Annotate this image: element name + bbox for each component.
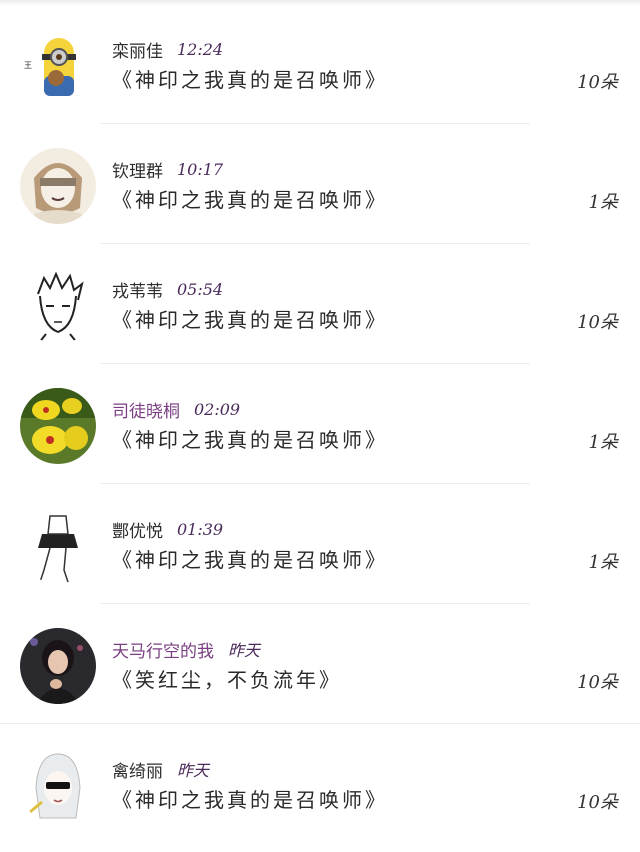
avatar[interactable] xyxy=(20,388,96,464)
avatar[interactable] xyxy=(20,148,96,224)
white-hair-sunglasses-avatar-icon xyxy=(20,748,96,824)
sketch-man-avatar-icon xyxy=(20,268,96,344)
avatar[interactable] xyxy=(20,508,96,584)
list-item[interactable]: 司徒晓桐 02:09 《神印之我真的是召唤师》 1朵 xyxy=(0,364,640,484)
list-item[interactable]: 禽绮丽 昨天 《神印之我真的是召唤师》 10朵 xyxy=(0,724,640,844)
book-title[interactable]: 《神印之我真的是召唤师》 xyxy=(112,784,388,816)
timestamp: 05:54 xyxy=(177,279,224,299)
list-item[interactable]: 王 栾丽佳 12:24 《神印之我真的是召唤师》 10朵 xyxy=(0,4,640,124)
list-item[interactable]: 酆优悦 01:39 《神印之我真的是召唤师》 1朵 xyxy=(0,484,640,604)
timestamp: 12:24 xyxy=(177,39,224,59)
book-title[interactable]: 《笑红尘，不负流年》 xyxy=(112,664,342,696)
yellow-orchid-avatar-icon xyxy=(20,388,96,464)
woman-photo-avatar-icon xyxy=(20,628,96,704)
timestamp: 10:17 xyxy=(177,159,224,179)
flower-count: 10朵 xyxy=(577,312,618,333)
user-name[interactable]: 栾丽佳 xyxy=(112,37,163,62)
timestamp: 昨天 xyxy=(228,641,261,660)
book-title[interactable]: 《神印之我真的是召唤师》 xyxy=(112,424,388,456)
flower-count: 10朵 xyxy=(577,672,618,693)
flower-count: 1朵 xyxy=(588,192,618,213)
avatar[interactable] xyxy=(20,748,96,824)
book-title[interactable]: 《神印之我真的是召唤师》 xyxy=(112,544,388,576)
timestamp: 02:09 xyxy=(194,399,241,419)
sketch-girl-avatar-icon xyxy=(20,508,96,584)
svg-text:王: 王 xyxy=(24,61,32,70)
user-name[interactable]: 戎苇苇 xyxy=(112,277,163,302)
list-item[interactable]: 天马行空的我 昨天 《笑红尘，不负流年》 10朵 xyxy=(0,604,640,724)
flower-count: 10朵 xyxy=(577,72,618,93)
avatar[interactable]: 王 xyxy=(20,28,96,104)
user-name[interactable]: 酆优悦 xyxy=(112,517,163,542)
minion-avatar-icon: 王 xyxy=(20,28,96,104)
book-title[interactable]: 《神印之我真的是召唤师》 xyxy=(112,64,388,96)
list-item[interactable]: 钦理群 10:17 《神印之我真的是召唤师》 1朵 xyxy=(0,124,640,244)
timestamp: 01:39 xyxy=(177,519,224,539)
user-name[interactable]: 天马行空的我 xyxy=(112,637,214,662)
user-name[interactable]: 钦理群 xyxy=(112,157,163,182)
user-name[interactable]: 禽绮丽 xyxy=(112,757,163,782)
avatar[interactable] xyxy=(20,268,96,344)
blindfolded-anime-avatar-icon xyxy=(20,148,96,224)
flower-count: 1朵 xyxy=(588,552,618,573)
avatar[interactable] xyxy=(20,628,96,704)
flower-count: 1朵 xyxy=(588,432,618,453)
flower-count: 10朵 xyxy=(577,792,618,813)
book-title[interactable]: 《神印之我真的是召唤师》 xyxy=(112,184,388,216)
user-name[interactable]: 司徒晓桐 xyxy=(112,397,180,422)
list-item[interactable]: 戎苇苇 05:54 《神印之我真的是召唤师》 10朵 xyxy=(0,244,640,364)
timestamp: 昨天 xyxy=(177,761,210,780)
book-title[interactable]: 《神印之我真的是召唤师》 xyxy=(112,304,388,336)
